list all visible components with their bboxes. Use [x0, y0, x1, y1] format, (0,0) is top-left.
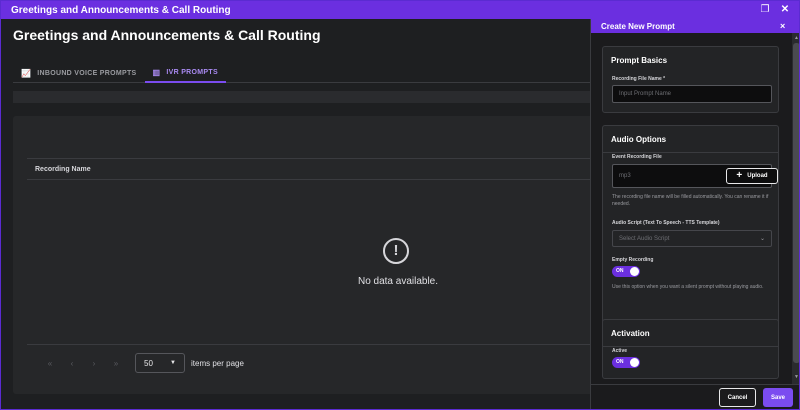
tab-label: IVR PROMPTS — [166, 68, 218, 76]
next-page-button[interactable]: › — [83, 359, 105, 368]
window-titlebar: Greetings and Announcements & Call Routi… — [1, 1, 799, 19]
activation-card: Activation Active ON — [602, 319, 779, 379]
tab-inbound-voice-prompts[interactable]: 📈 INBOUND VOICE PROMPTS — [13, 63, 145, 83]
toolbar-strip — [13, 91, 593, 103]
audio-script-select[interactable]: Select Audio Script ⌄ — [612, 230, 772, 247]
table-header: Recording Name — [27, 158, 593, 180]
drawer-header: Create New Prompt × — [591, 19, 799, 33]
items-per-page-label: items per page — [191, 358, 244, 368]
divider — [27, 344, 593, 345]
toggle-state: ON — [616, 268, 624, 274]
card-heading: Audio Options — [611, 135, 667, 144]
scroll-down-icon[interactable]: ▼ — [792, 374, 799, 380]
audio-options-card: Audio Options Event Recording File mp3 +… — [602, 125, 779, 325]
drawer-scrollbar[interactable]: ▲ ▼ — [792, 33, 799, 384]
toggle-knob — [630, 267, 639, 276]
caret-down-icon: ▼ — [170, 360, 176, 366]
plus-icon: + — [736, 170, 743, 181]
create-prompt-drawer: Create New Prompt × Prompt Basics Record… — [590, 19, 799, 409]
tab-ivr-prompts[interactable]: ▥ IVR PROMPTS — [144, 63, 226, 83]
recording-file-name-input[interactable]: Input Prompt Name — [612, 85, 772, 103]
scroll-up-icon[interactable]: ▲ — [792, 35, 799, 41]
window-title: Greetings and Announcements & Call Routi… — [11, 4, 231, 16]
scrollbar-thumb[interactable] — [793, 43, 799, 363]
items-per-page-value: 50 — [144, 358, 153, 368]
column-header-recording-name[interactable]: Recording Name — [35, 166, 91, 173]
card-heading: Prompt Basics — [611, 56, 668, 65]
cancel-button[interactable]: Cancel — [719, 388, 756, 407]
chevron-down-icon: ⌄ — [759, 236, 765, 242]
audio-script-placeholder: Select Audio Script — [619, 235, 670, 242]
recording-file-name-label: Recording File Name * — [612, 76, 666, 82]
upload-button[interactable]: + Upload — [726, 168, 778, 184]
drawer-title: Create New Prompt — [601, 21, 675, 31]
table-panel: Recording Name ! No data available. « ‹ … — [13, 116, 593, 394]
audio-script-label: Audio Script (Text To Speech - TTS Templ… — [612, 220, 720, 226]
upload-help-text: The recording file name will be filled a… — [612, 194, 769, 207]
active-label: Active — [612, 348, 628, 354]
save-button[interactable]: Save — [763, 388, 793, 407]
prev-page-button[interactable]: ‹ — [61, 359, 83, 368]
last-page-button[interactable]: » — [105, 359, 127, 368]
empty-state-message: No data available. — [357, 276, 439, 287]
alert-circle-icon: ! — [383, 238, 409, 264]
tab-label: INBOUND VOICE PROMPTS — [37, 69, 137, 77]
card-heading: Activation — [611, 329, 650, 338]
chart-icon: 📈 — [21, 68, 32, 78]
close-icon[interactable]: ✕ — [778, 3, 792, 17]
divider — [603, 346, 778, 347]
pagination: « ‹ › » 50 ▼ items per page — [39, 353, 244, 373]
bars-icon: ▥ — [152, 67, 161, 77]
prompt-basics-card: Prompt Basics Recording File Name * Inpu… — [602, 46, 779, 113]
event-recording-file-input[interactable]: mp3 + Upload — [612, 164, 778, 188]
tab-bar: 📈 INBOUND VOICE PROMPTS ▥ IVR PROMPTS — [13, 63, 593, 83]
empty-recording-toggle[interactable]: ON — [612, 266, 640, 277]
toggle-state: ON — [616, 359, 624, 365]
divider — [603, 152, 778, 153]
empty-recording-help-text: Use this option when you want a silent p… — [612, 284, 764, 290]
restore-icon[interactable]: ❐ — [758, 3, 772, 17]
drawer-close-icon[interactable]: × — [780, 19, 785, 33]
empty-recording-label: Empty Recording — [612, 257, 654, 263]
toggle-knob — [630, 358, 639, 367]
app-window: Greetings and Announcements & Call Routi… — [0, 0, 800, 410]
drawer-footer: Cancel Save — [591, 384, 799, 409]
page-title: Greetings and Announcements & Call Routi… — [13, 27, 321, 43]
first-page-button[interactable]: « — [39, 359, 61, 368]
upload-label: Upload — [747, 173, 768, 179]
items-per-page-select[interactable]: 50 ▼ — [135, 353, 185, 373]
active-toggle[interactable]: ON — [612, 357, 640, 368]
event-recording-file-label: Event Recording File — [612, 154, 662, 160]
file-placeholder: mp3 — [619, 173, 631, 179]
